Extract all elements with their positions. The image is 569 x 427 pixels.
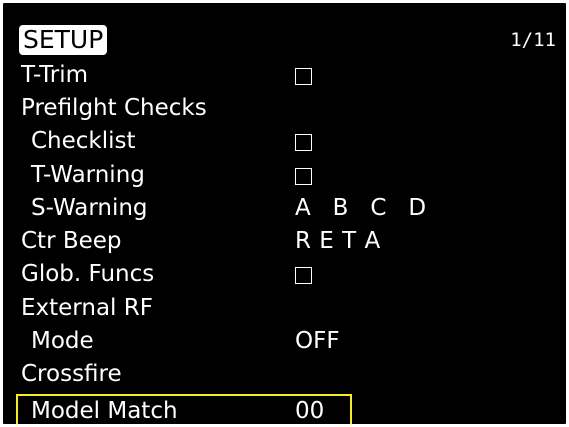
section-label: External RF: [21, 295, 153, 321]
row-t-trim[interactable]: T-Trim: [3, 59, 566, 91]
row-s-warning[interactable]: S-Warning A B C D: [3, 192, 566, 224]
row-model-match[interactable]: Model Match 00: [3, 395, 566, 424]
ctr-beep-value[interactable]: R E T A: [295, 225, 381, 257]
radio-screen: SETUP 1/11 T-Trim Prefilght Checks Check…: [0, 0, 569, 427]
row-label: Glob. Funcs: [21, 261, 155, 287]
row-label: Mode: [31, 328, 94, 354]
row-label: S-Warning: [31, 195, 148, 221]
row-external-rf: External RF: [3, 292, 566, 324]
model-match-value[interactable]: 00: [295, 395, 324, 424]
row-label: T-Warning: [31, 162, 145, 188]
glob-funcs-checkbox[interactable]: [295, 267, 312, 284]
row-preflight-checks: Prefilght Checks: [3, 92, 566, 124]
t-warning-checkbox[interactable]: [295, 168, 312, 185]
section-label: Prefilght Checks: [21, 95, 207, 121]
row-label: T-Trim: [21, 62, 89, 88]
page-indicator: 1/11: [510, 29, 556, 51]
row-glob-funcs[interactable]: Glob. Funcs: [3, 258, 566, 290]
mode-value[interactable]: OFF: [295, 325, 340, 357]
row-t-warning[interactable]: T-Warning: [3, 159, 566, 191]
page-title: SETUP: [19, 25, 108, 55]
s-warning-switches[interactable]: A B C D: [295, 192, 426, 224]
row-mode[interactable]: Mode OFF: [3, 325, 566, 357]
row-label: Ctr Beep: [21, 228, 122, 254]
setup-header: SETUP 1/11: [15, 25, 556, 57]
row-ctr-beep[interactable]: Ctr Beep R E T A: [3, 225, 566, 257]
checklist-checkbox[interactable]: [295, 134, 312, 151]
section-label: Crossfire: [21, 361, 122, 387]
t-trim-checkbox[interactable]: [295, 68, 312, 85]
row-crossfire: Crossfire: [3, 358, 566, 390]
row-label: Checklist: [31, 128, 136, 154]
row-label: Model Match: [31, 398, 178, 424]
row-checklist[interactable]: Checklist: [3, 125, 566, 157]
